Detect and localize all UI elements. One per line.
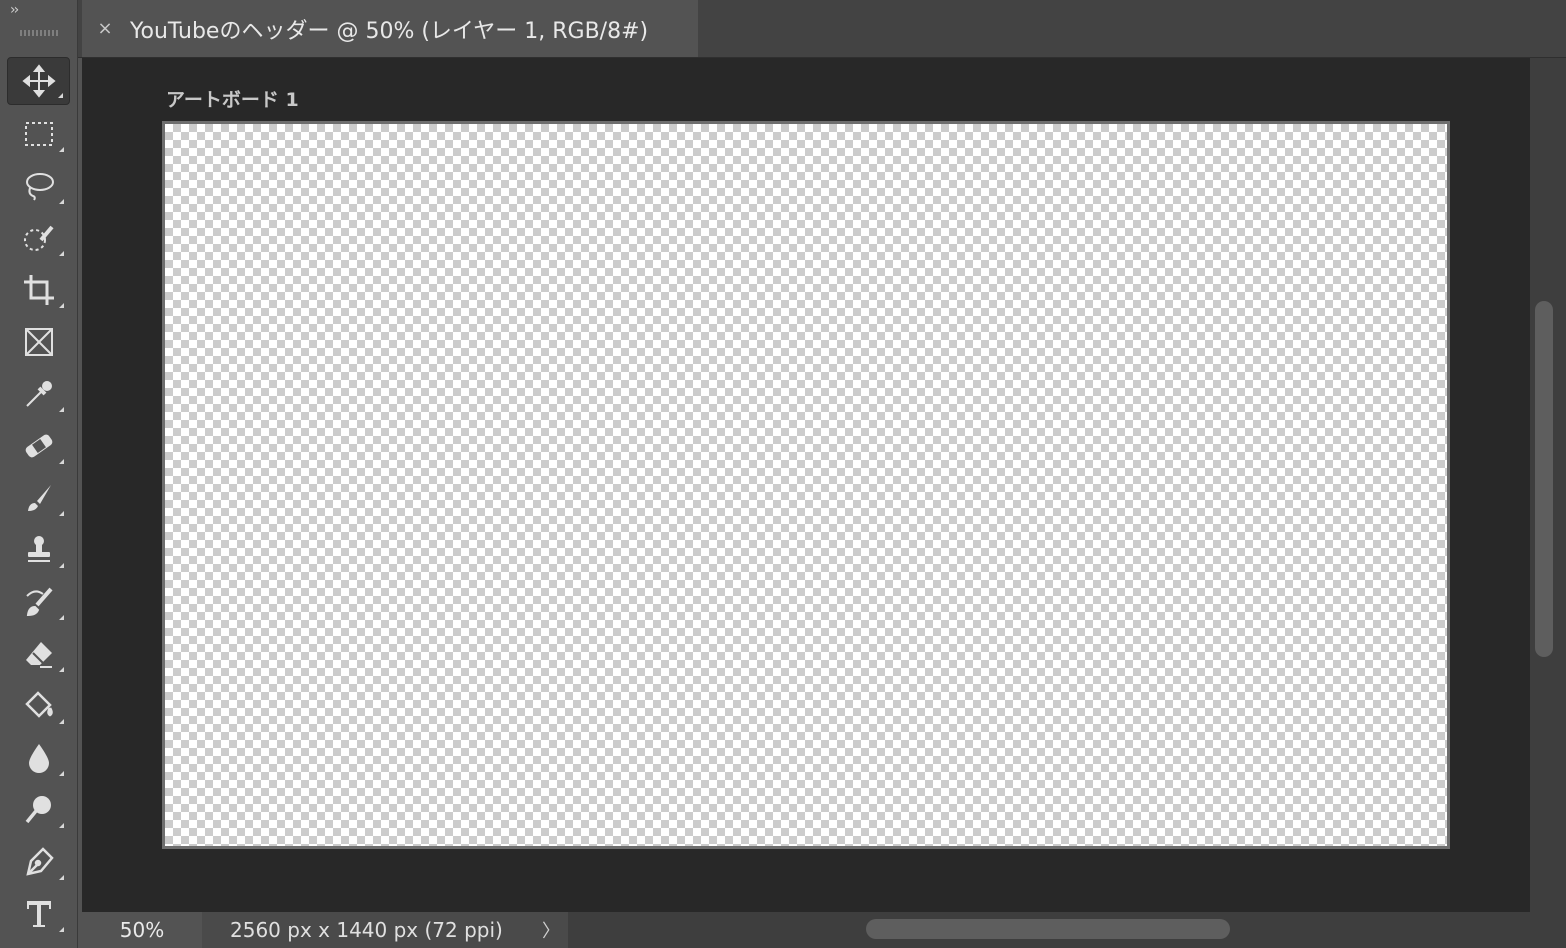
document-dimensions: 2560 px x 1440 px (72 ppi) [230, 918, 503, 942]
dodge-tool[interactable] [7, 786, 70, 834]
healing-brush-tool[interactable] [7, 422, 70, 470]
eyedropper-icon [25, 381, 52, 407]
crop-tool[interactable] [7, 266, 70, 314]
paint-bucket-icon [24, 691, 53, 718]
crop-icon [23, 275, 54, 305]
document-info[interactable]: 2560 px x 1440 px (72 ppi) 〉 [202, 912, 568, 948]
quick-selection-icon [23, 225, 54, 251]
close-tab-icon[interactable]: × [96, 18, 114, 39]
history-brush-tool[interactable] [7, 578, 70, 626]
brush-icon [27, 485, 51, 511]
collapse-panel-icon[interactable]: ›› [10, 2, 19, 18]
artboard-transparent-canvas[interactable] [162, 121, 1450, 849]
blur-tool[interactable] [7, 734, 70, 782]
history-brush-icon [25, 587, 53, 617]
move-tool[interactable] [7, 57, 70, 105]
paint-bucket-tool[interactable] [7, 682, 70, 730]
artboard-label[interactable]: アートボード 1 [166, 85, 299, 112]
bandage-icon [25, 434, 52, 458]
canvas-area[interactable]: アートボード 1 [82, 58, 1530, 912]
stamp-icon [27, 536, 50, 562]
rectangular-marquee-tool[interactable] [7, 110, 70, 158]
document-tab-bar: × YouTubeのヘッダー @ 50% (レイヤー 1, RGB/8#) [78, 0, 1566, 58]
panel-grip[interactable] [20, 30, 58, 36]
move-icon [21, 64, 56, 98]
document-tab-title: YouTubeのヘッダー @ 50% (レイヤー 1, RGB/8#) [130, 18, 649, 44]
eraser-tool[interactable] [7, 630, 70, 678]
type-tool[interactable] [7, 890, 70, 938]
droplet-icon [28, 744, 49, 773]
chevron-right-icon[interactable]: 〉 [542, 917, 560, 943]
lasso-icon [25, 173, 54, 201]
status-bar: 50% 2560 px x 1440 px (72 ppi) 〉 [82, 912, 1566, 948]
lasso-tool[interactable] [7, 162, 70, 210]
pen-icon [25, 847, 54, 876]
type-icon [26, 901, 51, 927]
zoom-level[interactable]: 50% [82, 912, 202, 948]
vertical-scrollbar[interactable] [1530, 58, 1566, 912]
dodge-icon [25, 796, 51, 824]
frame-icon [24, 328, 53, 356]
vertical-scrollbar-thumb[interactable] [1535, 301, 1553, 657]
clone-stamp-tool[interactable] [7, 526, 70, 574]
frame-tool[interactable] [7, 318, 70, 366]
eraser-icon [25, 642, 52, 668]
marquee-icon [24, 122, 53, 146]
horizontal-scrollbar-thumb[interactable] [866, 919, 1230, 939]
brush-tool[interactable] [7, 474, 70, 522]
document-tab[interactable]: × YouTubeのヘッダー @ 50% (レイヤー 1, RGB/8#) [82, 0, 698, 57]
eyedropper-tool[interactable] [7, 370, 70, 418]
tools-panel: ›› [0, 0, 78, 948]
quick-selection-tool[interactable] [7, 214, 70, 262]
pen-tool[interactable] [7, 838, 70, 886]
